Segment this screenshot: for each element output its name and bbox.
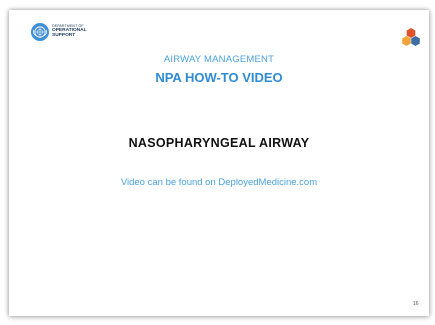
- hexagon-cluster-icon: [400, 27, 422, 49]
- logo-line-3: SUPPORT: [52, 33, 76, 39]
- un-emblem-icon: [31, 23, 49, 41]
- slide-heading: NASOPHARYNGEAL AIRWAY: [128, 136, 310, 150]
- dos-logo: DEPARTMENT OF OPERATIONAL SUPPORT: [31, 23, 99, 41]
- slide-subtitle: AIRWAY MANAGEMENT: [163, 54, 275, 65]
- page-number: 16: [413, 301, 419, 307]
- slide-title: NPA HOW-TO VIDEO: [155, 70, 283, 85]
- slide: DEPARTMENT OF OPERATIONAL SUPPORT AIRWAY…: [9, 10, 429, 316]
- dos-logo-text: DEPARTMENT OF OPERATIONAL SUPPORT: [52, 24, 87, 39]
- video-link-text[interactable]: Video can be found on DeployedMedicine.c…: [9, 177, 429, 188]
- presentation-frame: DEPARTMENT OF OPERATIONAL SUPPORT AIRWAY…: [0, 0, 435, 325]
